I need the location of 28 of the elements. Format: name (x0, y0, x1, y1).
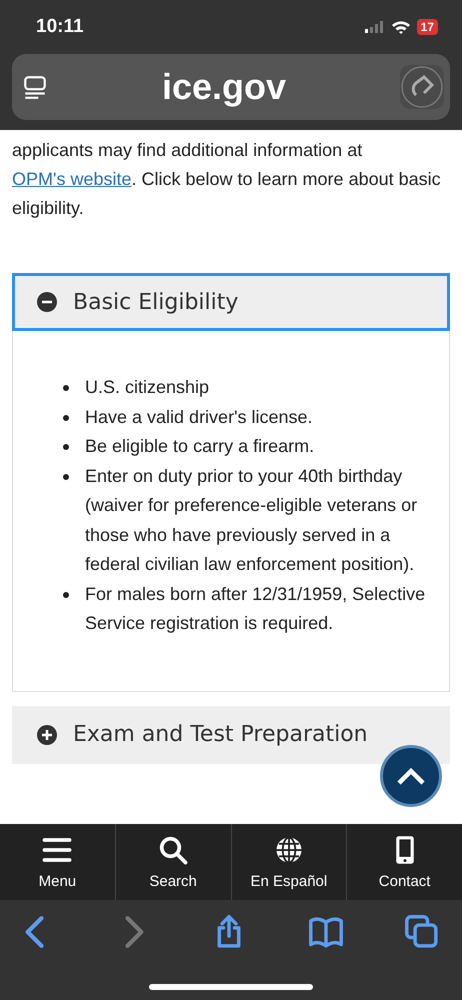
accordion-header[interactable]: Basic Eligibility (12, 273, 450, 331)
signal-icon (364, 21, 385, 33)
search-icon (158, 834, 188, 864)
link[interactable]: OPM's website (12, 169, 132, 189)
address-domain[interactable]: ice.gov (162, 66, 286, 108)
list-item: Be eligible to carry a firearm. (85, 435, 314, 458)
plus-icon (37, 724, 57, 744)
tabs-icon[interactable] (404, 914, 440, 950)
list-item: Enter on duty prior to your 40th birthday (waiver for preference-eligible veterans or those who have previously served in a federal civilian law enforcement position). (85, 464, 418, 576)
bullet-icon (63, 444, 69, 450)
list-item: For males born after 12/31/1959, Selective Service registration is required. (85, 582, 426, 635)
battery-level: 17 (416, 19, 438, 35)
bullet-icon (63, 385, 69, 391)
nav-button[interactable]: Menu (0, 824, 115, 900)
intro-paragraph: applicants may find additional information at OPM's website. Click below to learn more about basic eligibility. (12, 139, 442, 220)
redo-arrow-icon[interactable] (400, 65, 444, 109)
chevron-up-icon (396, 766, 426, 786)
bullet-icon (63, 474, 69, 480)
list-item: Have a valid driver's license. (85, 406, 313, 428)
status-time: 10:11 (36, 16, 84, 38)
bullet-icon (63, 592, 69, 598)
list-item: U.S. citizenship (85, 376, 210, 399)
globe-icon (274, 834, 304, 864)
bullet-icon (63, 414, 69, 420)
reader-icon[interactable] (22, 74, 48, 100)
minus-icon (37, 292, 57, 312)
wifi-icon (390, 20, 411, 34)
accordion-header[interactable]: Exam and Test Preparation (12, 706, 450, 764)
